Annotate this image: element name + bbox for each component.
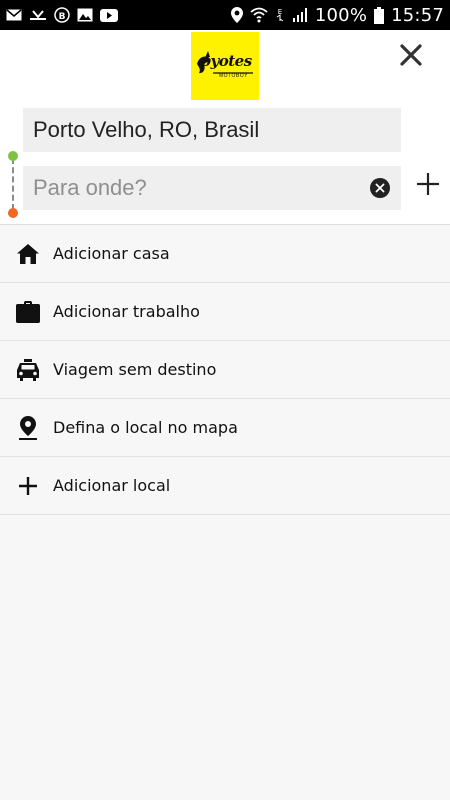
status-bar: B E 100% 15:57 <box>0 0 450 30</box>
briefcase-icon <box>16 300 40 324</box>
youtube-icon <box>100 8 118 22</box>
list-item-label: Defina o local no mapa <box>53 418 238 437</box>
clear-icon <box>375 183 385 193</box>
list-item-set-on-map[interactable]: Defina o local no mapa <box>0 399 450 457</box>
status-bar-left: B <box>6 7 118 23</box>
logo-subtitle: MOTOBOY <box>219 73 248 79</box>
app-logo: oyotes MOTOBOY <box>191 32 259 100</box>
b-app-icon: B <box>54 7 70 23</box>
logo-word: oyotes <box>201 52 252 70</box>
destination-input[interactable] <box>23 166 363 210</box>
edge-icon: E <box>275 7 285 23</box>
route-connector <box>12 158 14 210</box>
origin-dot-icon <box>8 151 18 161</box>
battery-icon <box>374 6 385 24</box>
origin-input[interactable] <box>23 108 401 152</box>
location-icon <box>230 7 243 23</box>
shortcut-list: Adicionar casa Adicionar trabalho Viagem… <box>0 225 450 515</box>
map-pin-icon <box>16 416 40 440</box>
taxi-icon <box>16 358 40 382</box>
route-header: oyotes MOTOBOY <box>0 30 450 225</box>
list-item-label: Adicionar casa <box>53 244 170 263</box>
wifi-icon <box>250 7 268 23</box>
list-item-add-place[interactable]: Adicionar local <box>0 457 450 515</box>
battery-percent: 100% <box>314 4 368 26</box>
list-item-label: Adicionar local <box>53 476 171 495</box>
close-icon <box>400 44 422 66</box>
destination-dot-icon <box>8 208 18 218</box>
clock: 15:57 <box>391 4 444 26</box>
destination-field <box>23 166 401 210</box>
plus-icon <box>16 474 40 498</box>
clear-destination-button[interactable] <box>370 178 390 198</box>
email-icon <box>6 9 22 21</box>
close-button[interactable] <box>394 38 428 72</box>
image-icon <box>77 8 93 22</box>
list-item-trip-no-destination[interactable]: Viagem sem destino <box>0 341 450 399</box>
status-bar-right: E 100% 15:57 <box>230 4 444 26</box>
signal-icon <box>292 7 308 23</box>
list-item-add-work[interactable]: Adicionar trabalho <box>0 283 450 341</box>
svg-text:B: B <box>59 12 66 22</box>
add-stop-button[interactable] <box>412 168 444 200</box>
list-item-add-home[interactable]: Adicionar casa <box>0 225 450 283</box>
list-item-label: Viagem sem destino <box>53 360 217 379</box>
list-item-label: Adicionar trabalho <box>53 302 200 321</box>
voicemail-icon <box>29 9 47 21</box>
home-icon <box>16 242 40 266</box>
logo-artwork: oyotes MOTOBOY <box>193 46 257 86</box>
add-stop-icon <box>417 173 439 195</box>
